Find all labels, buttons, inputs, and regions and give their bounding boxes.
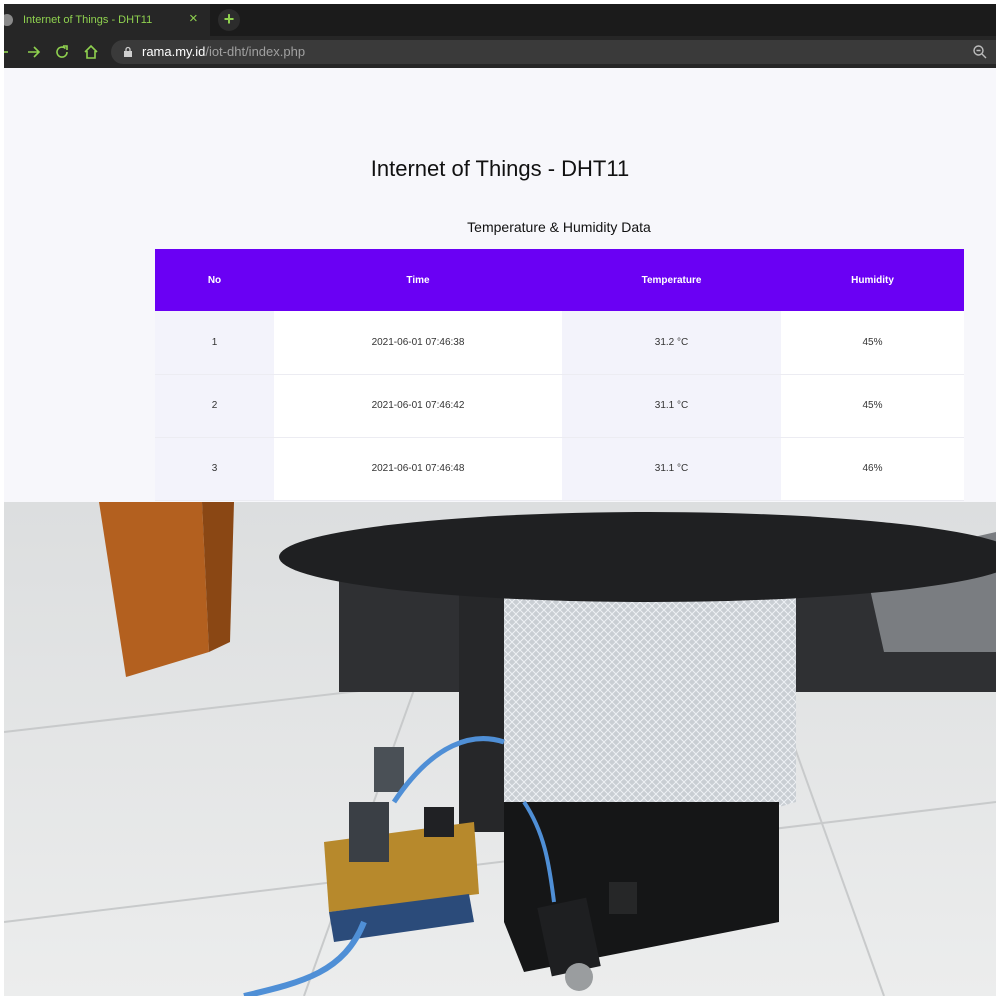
module-component — [374, 747, 404, 792]
cell-time: 2021-06-01 07:46:42 — [274, 374, 562, 438]
table-row: 3 2021-06-01 07:46:48 31.1 °C 46% — [155, 437, 964, 501]
column-header-temperature: Temperature — [562, 249, 781, 311]
enclosure-window — [609, 882, 637, 914]
cell-temperature: 31.2 °C — [562, 311, 781, 375]
zoom-icon[interactable] — [972, 44, 988, 60]
close-tab-icon[interactable]: × — [189, 11, 198, 27]
forward-arrow-icon[interactable] — [24, 42, 44, 62]
screenshot-collage: Internet of Things - DHT11 × + rama.my.i… — [4, 4, 996, 996]
cell-no: 2 — [155, 374, 274, 438]
board-component — [349, 802, 389, 862]
cell-time: 2021-06-01 07:46:38 — [274, 311, 562, 375]
cell-no: 3 — [155, 437, 274, 501]
mesh-cylinder — [504, 582, 796, 825]
table-header-row: No Time Temperature Humidity — [155, 249, 964, 311]
sensor-cap — [565, 963, 593, 991]
column-header-no: No — [155, 249, 274, 311]
cell-no: 1 — [155, 311, 274, 375]
cell-temperature: 31.1 °C — [562, 374, 781, 438]
url-path: /iot-dht/index.php — [205, 44, 306, 59]
sensor-data-table: No Time Temperature Humidity 1 2021-06-0… — [155, 249, 964, 501]
cell-humidity: 45% — [781, 311, 964, 375]
page-title: Internet of Things - DHT11 — [370, 156, 630, 181]
globe-icon — [4, 14, 13, 26]
column-header-humidity: Humidity — [781, 249, 964, 311]
tab-title: Internet of Things - DHT11 — [23, 14, 153, 26]
relay-component — [424, 807, 454, 837]
cell-humidity: 46% — [781, 437, 964, 501]
browser-tab[interactable]: Internet of Things - DHT11 × — [4, 4, 210, 36]
cell-temperature: 31.1 °C — [562, 437, 781, 501]
home-icon[interactable] — [81, 42, 101, 62]
table-caption: Temperature & Humidity Data — [467, 219, 651, 235]
lock-icon — [124, 46, 132, 57]
browser-tab-strip: Internet of Things - DHT11 × + — [4, 4, 996, 36]
device-photo — [4, 502, 996, 996]
column-header-time: Time — [274, 249, 562, 311]
back-arrow-icon[interactable] — [4, 42, 18, 62]
cell-humidity: 45% — [781, 374, 964, 438]
web-page: Internet of Things - DHT11 Temperature &… — [4, 68, 996, 502]
table-row: 1 2021-06-01 07:46:38 31.2 °C 45% — [155, 311, 964, 375]
reload-icon[interactable] — [52, 42, 72, 62]
new-tab-button[interactable]: + — [218, 9, 240, 31]
table-row: 2 2021-06-01 07:46:42 31.1 °C 45% — [155, 374, 964, 438]
url-host: rama.my.id — [142, 44, 206, 59]
browser-toolbar: rama.my.id/iot-dht/index.php — [4, 36, 996, 68]
shelter-roof — [279, 512, 996, 602]
url-text: rama.my.id/iot-dht/index.php — [142, 44, 305, 59]
address-bar[interactable]: rama.my.id/iot-dht/index.php — [111, 40, 996, 64]
cell-time: 2021-06-01 07:46:48 — [274, 437, 562, 501]
